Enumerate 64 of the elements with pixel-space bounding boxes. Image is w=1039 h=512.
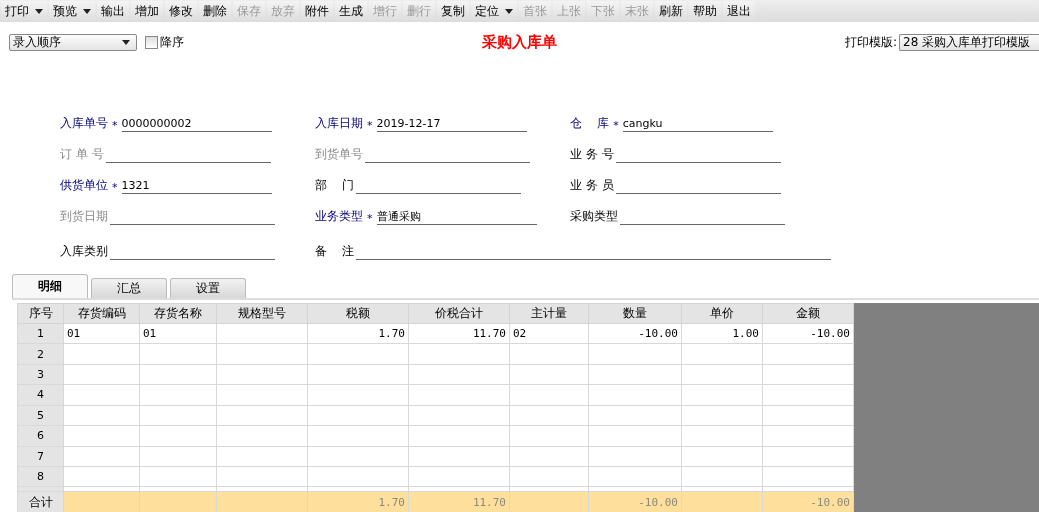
- row-number: 7: [17, 446, 64, 467]
- table-cell: 01: [139, 323, 217, 344]
- field-label: 业务类型: [315, 208, 363, 225]
- tab[interactable]: 明细: [12, 274, 88, 298]
- checkbox[interactable]: [145, 35, 158, 49]
- table-cell: 1.00: [681, 323, 763, 344]
- row-number: 6: [17, 425, 64, 447]
- table-cell: 02: [509, 323, 589, 344]
- row-number: 5: [17, 405, 64, 426]
- field-label: 部 门: [315, 177, 355, 194]
- column-header[interactable]: 单价: [681, 303, 763, 324]
- row-number: 8: [17, 466, 64, 487]
- field-label: 业 务 号: [570, 146, 614, 163]
- tab[interactable]: 汇总: [91, 278, 167, 298]
- table-cell: -10.00: [588, 323, 682, 344]
- caret-icon: [122, 39, 130, 45]
- table-cell: 11.70: [408, 323, 510, 344]
- caret-icon: [83, 8, 91, 14]
- column-header[interactable]: 存货名称: [139, 303, 217, 324]
- column-header[interactable]: 主计量: [509, 303, 589, 324]
- required-mark: *: [112, 181, 118, 194]
- column-header[interactable]: 金额: [762, 303, 854, 324]
- field-label: 采购类型: [570, 208, 618, 225]
- field-label: 到货日期: [60, 208, 108, 225]
- input-field[interactable]: 0000000002: [121, 115, 272, 132]
- field-label: 入库类别: [60, 243, 108, 260]
- table-cell: 01: [63, 323, 140, 344]
- total-label: 合计: [17, 491, 64, 512]
- field-label: 入库日期: [315, 115, 363, 132]
- row-number: 3: [17, 364, 64, 385]
- field-label: 订 单 号: [60, 146, 104, 163]
- row-number: 4: [17, 384, 64, 406]
- print-template-select[interactable]: 28 采购入库单打印模版: [899, 33, 1039, 51]
- sort-select[interactable]: 录入顺序: [9, 33, 137, 51]
- input-field[interactable]: 2019-12-17: [376, 115, 527, 132]
- column-header[interactable]: 数量: [588, 303, 682, 324]
- field-label: 业 务 员: [570, 177, 614, 194]
- input-field[interactable]: 普通采购: [376, 208, 537, 225]
- table-cell: -10.00: [762, 323, 854, 344]
- column-header[interactable]: 序号: [17, 303, 64, 324]
- field-label: 备 注: [315, 243, 355, 260]
- input-field[interactable]: 1321: [121, 177, 272, 194]
- row-number: 2: [17, 343, 64, 365]
- column-header[interactable]: 规格型号: [216, 303, 308, 324]
- descending-checkbox[interactable]: 降序: [145, 33, 184, 51]
- required-mark: *: [112, 119, 118, 132]
- field-label: 入库单号: [60, 115, 108, 132]
- input-field[interactable]: cangku: [622, 115, 773, 132]
- form-title: 采购入库单: [482, 32, 557, 52]
- table-cell: 1.70: [307, 323, 409, 344]
- caret-icon: [505, 8, 513, 14]
- required-mark: *: [613, 119, 619, 132]
- field-label: 到货单号: [315, 146, 363, 163]
- required-mark: *: [367, 119, 373, 132]
- column-header[interactable]: 价税合计: [408, 303, 510, 324]
- field-label: 仓 库: [570, 115, 610, 132]
- row-number: 1: [17, 323, 64, 344]
- required-mark: *: [367, 212, 373, 225]
- print-template-label: 打印模版:: [844, 33, 897, 51]
- column-header[interactable]: 存货编码: [63, 303, 140, 324]
- column-header[interactable]: 税额: [307, 303, 409, 324]
- field-label: 供货单位: [60, 177, 108, 194]
- tab[interactable]: 设置: [170, 278, 246, 298]
- caret-icon: [35, 8, 43, 14]
